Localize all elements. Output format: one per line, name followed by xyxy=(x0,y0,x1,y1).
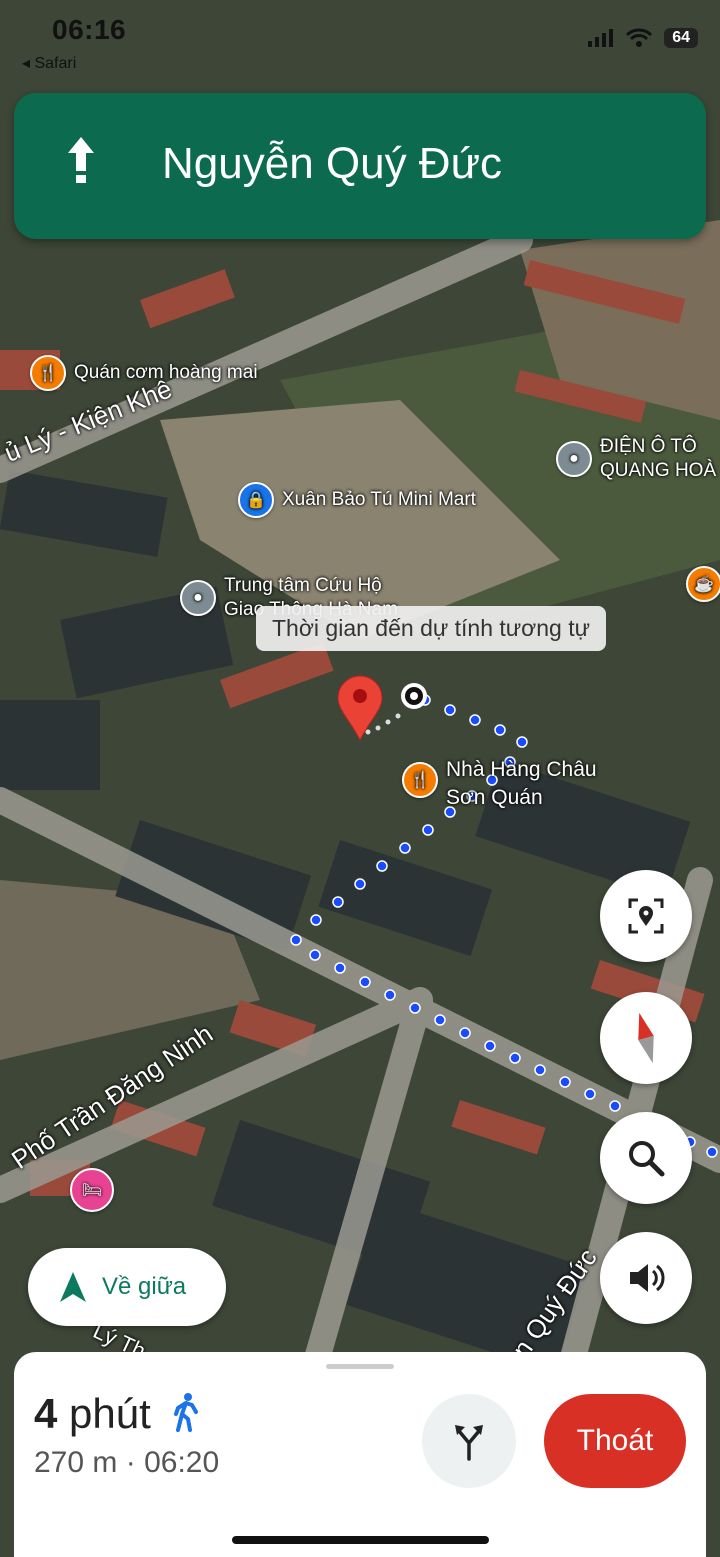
poi-hotel[interactable]: 🛏 xyxy=(70,1168,114,1212)
poi-label: ĐIỆN Ô TÔ QUANG HOÀ xyxy=(600,436,717,481)
compass-button[interactable] xyxy=(600,992,692,1084)
duration-unit: phút xyxy=(69,1390,151,1437)
poi-label: Nhà Hàng Châu Sơn Quán xyxy=(446,758,597,809)
exit-navigation-button[interactable]: Thoát xyxy=(544,1394,686,1488)
recenter-label: Về giữa xyxy=(102,1273,187,1300)
hotel-icon: 🛏 xyxy=(70,1168,114,1212)
status-bar: 06:16 ◂ Safari 64 xyxy=(0,0,720,80)
signal-icon xyxy=(588,29,614,47)
trip-distance: 270 m xyxy=(34,1446,118,1479)
search-button[interactable] xyxy=(600,1112,692,1204)
status-icons: 64 xyxy=(588,28,698,48)
poi-label: Quán cơm hoàng mai xyxy=(74,362,258,383)
poi-mini-mart[interactable]: 🔒 Xuân Bảo Tú Mini Mart xyxy=(238,482,476,518)
shopping-bag-icon: 🔒 xyxy=(238,482,274,518)
battery-indicator: 64 xyxy=(664,28,698,48)
next-street-name: Nguyễn Quý Đức xyxy=(162,139,503,188)
cafe-icon: ☕ xyxy=(686,566,720,602)
wifi-icon xyxy=(626,28,653,47)
compass-icon xyxy=(638,1012,654,1064)
back-to-app[interactable]: ◂ Safari xyxy=(22,53,76,73)
recenter-button[interactable]: Về giữa xyxy=(28,1248,226,1326)
restaurant-icon: 🍴 xyxy=(30,355,66,391)
place-icon: ● xyxy=(180,580,216,616)
poi-dien-o-to[interactable]: ● ĐIỆN Ô TÔ QUANG HOÀ xyxy=(556,435,716,483)
navigation-arrow-icon xyxy=(60,1272,86,1302)
trip-duration: 4 phút xyxy=(34,1390,200,1438)
start-point-icon xyxy=(401,683,427,709)
walking-icon xyxy=(174,1393,199,1432)
location-frame-icon xyxy=(628,898,664,934)
volume-icon xyxy=(630,1264,665,1292)
poi-label: Xuân Bảo Tú Mini Mart xyxy=(282,489,476,510)
duration-value: 4 xyxy=(34,1390,58,1437)
trip-details: 270 m · 06:20 xyxy=(34,1446,219,1480)
search-icon xyxy=(629,1141,665,1177)
trip-summary-sheet[interactable]: 4 phút 270 m · 06:20 Thoát xyxy=(14,1352,706,1557)
fork-routes-icon xyxy=(455,1425,483,1461)
street-view-button[interactable] xyxy=(600,870,692,962)
restaurant-icon: 🍴 xyxy=(402,762,438,798)
alternate-routes-button[interactable] xyxy=(422,1394,516,1488)
home-indicator[interactable] xyxy=(232,1536,489,1544)
poi-cafe[interactable]: ☕ xyxy=(686,566,720,602)
poi-quan-com[interactable]: 🍴 Quán cơm hoàng mai xyxy=(30,355,258,391)
sheet-drag-handle[interactable] xyxy=(326,1364,394,1369)
place-icon: ● xyxy=(556,441,592,477)
trip-separator: · xyxy=(125,1446,136,1479)
status-time: 06:16 xyxy=(52,14,127,45)
poi-nha-hang[interactable]: 🍴 Nhà Hàng Châu Sơn Quán xyxy=(402,756,597,812)
straight-arrow-icon xyxy=(68,137,94,183)
sound-button[interactable] xyxy=(600,1232,692,1324)
back-app-label: Safari xyxy=(34,55,77,72)
eta-tooltip: Thời gian đến dự tính tương tự xyxy=(256,606,607,651)
trip-arrival-time: 06:20 xyxy=(144,1446,220,1479)
navigation-banner[interactable]: Nguyễn Quý Đức xyxy=(14,93,706,239)
